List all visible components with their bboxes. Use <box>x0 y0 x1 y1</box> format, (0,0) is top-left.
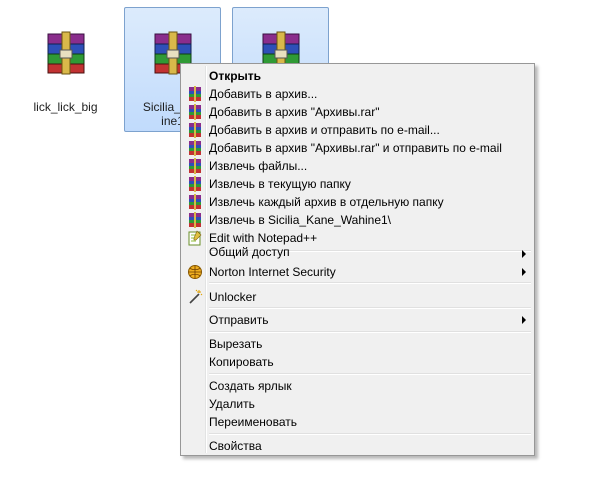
menu-item-open[interactable]: Открыть <box>183 67 532 85</box>
norton-globe-icon <box>188 265 202 279</box>
winrar-icon <box>187 194 203 210</box>
menu-item-unlocker[interactable]: Unlocker <box>183 288 532 306</box>
winrar-icon <box>187 86 203 102</box>
menu-separator <box>209 307 531 309</box>
submenu-arrow-icon <box>522 268 526 276</box>
submenu-arrow-icon <box>522 250 526 258</box>
menu-item-label: Переименовать <box>209 415 297 429</box>
menu-item-cut[interactable]: Вырезать <box>183 335 532 353</box>
menu-item-label: Edit with Notepad++ <box>209 231 318 245</box>
menu-item-properties[interactable]: Свойства <box>183 437 532 455</box>
menu-item-label: Unlocker <box>209 290 257 304</box>
menu-item-copy[interactable]: Копировать <box>183 353 532 371</box>
menu-item-share[interactable]: Общий доступ <box>183 245 532 263</box>
menu-item-label: Добавить в архив... <box>209 87 318 101</box>
menu-separator <box>209 433 531 435</box>
menu-item-extract-each[interactable]: Извлечь каждый архив в отдельную папку <box>183 193 532 211</box>
menu-item-add-and-email[interactable]: Добавить в архив и отправить по e-mail..… <box>183 121 532 139</box>
winrar-icon <box>187 122 203 138</box>
menu-item-send-to[interactable]: Отправить <box>183 311 532 329</box>
winrar-icon <box>187 176 203 192</box>
menu-item-label: Norton Internet Security <box>209 265 336 279</box>
menu-item-label: Удалить <box>209 397 255 411</box>
winrar-icon <box>187 104 203 120</box>
menu-item-label: Извлечь в Sicilia_Kane_Wahine1\ <box>209 213 392 227</box>
menu-item-label: Добавить в архив "Архивы.rar" <box>209 105 380 119</box>
notepad-plus-plus-icon <box>188 230 202 246</box>
submenu-arrow-icon <box>522 316 526 324</box>
menu-item-delete[interactable]: Удалить <box>183 395 532 413</box>
menu-item-label: Свойства <box>209 439 262 453</box>
menu-item-label: Добавить в архив "Архивы.rar" и отправит… <box>209 141 502 155</box>
winrar-icon <box>187 158 203 174</box>
menu-item-add-archivy-rar-and-email[interactable]: Добавить в архив "Архивы.rar" и отправит… <box>183 139 532 157</box>
menu-item-label: Общий доступ <box>209 245 290 259</box>
menu-item-add-to-archivy-rar[interactable]: Добавить в архив "Архивы.rar" <box>183 103 532 121</box>
menu-item-label: Извлечь каждый архив в отдельную папку <box>209 195 444 209</box>
menu-item-label: Извлечь файлы... <box>209 159 308 173</box>
menu-separator <box>209 331 531 333</box>
file-item-lick-lick-big[interactable]: lick_lick_big <box>17 7 114 114</box>
file-label: lick_lick_big <box>33 100 98 114</box>
winrar-archive-icon <box>46 30 86 76</box>
menu-item-label: Добавить в архив и отправить по e-mail..… <box>209 123 440 137</box>
menu-item-label: Создать ярлык <box>209 379 292 393</box>
menu-item-add-to-archive[interactable]: Добавить в архив... <box>183 85 532 103</box>
menu-item-norton[interactable]: Norton Internet Security <box>183 263 532 281</box>
unlocker-wand-icon <box>189 289 203 304</box>
menu-item-label: Копировать <box>209 355 274 369</box>
menu-item-label: Извлечь в текущую папку <box>209 177 351 191</box>
menu-item-label: Вырезать <box>209 337 263 351</box>
winrar-icon <box>187 212 203 228</box>
menu-item-label: Отправить <box>209 313 269 327</box>
winrar-icon <box>187 140 203 156</box>
menu-item-create-shortcut[interactable]: Создать ярлык <box>183 377 532 395</box>
menu-separator <box>209 373 531 375</box>
menu-item-label: Открыть <box>209 69 262 83</box>
menu-item-rename[interactable]: Переименовать <box>183 413 532 431</box>
menu-item-extract-to-folder[interactable]: Извлечь в Sicilia_Kane_Wahine1\ <box>183 211 532 229</box>
menu-item-extract-here[interactable]: Извлечь в текущую папку <box>183 175 532 193</box>
menu-item-extract-files[interactable]: Извлечь файлы... <box>183 157 532 175</box>
menu-separator <box>209 282 531 284</box>
context-menu: Открыть Добавить в архив... Добавить в а… <box>180 63 535 456</box>
